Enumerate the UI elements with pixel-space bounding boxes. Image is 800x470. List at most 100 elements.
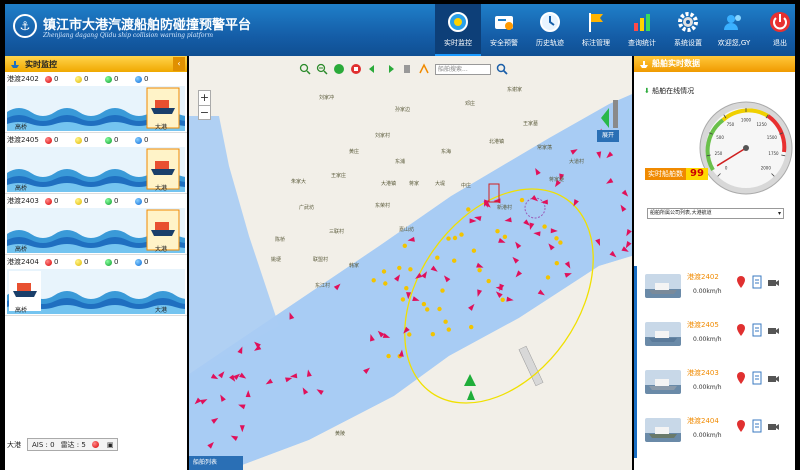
ship-marker-anchored[interactable] (495, 229, 500, 234)
ferry-block[interactable]: 港渡2403 0 0 0 0 高桥 大港 (5, 194, 187, 255)
ship-marker-anchored[interactable] (542, 224, 547, 229)
arrow-left-icon[interactable] (367, 63, 379, 75)
ship-marker-anchored[interactable] (502, 234, 508, 239)
camera-icon[interactable] (767, 419, 779, 433)
map-slider-handle[interactable] (613, 100, 618, 128)
ferry-list: 港渡2402 0 0 0 0 高桥 大港 港渡2405 0 0 0 0 高桥 大… (5, 72, 187, 316)
ship-marker-anchored[interactable] (407, 332, 412, 337)
zoom-in-button[interactable]: + (199, 91, 210, 105)
collapse-panel-button[interactable]: ‹ (173, 57, 185, 71)
ship-marker-anchored[interactable] (519, 197, 525, 203)
ship-marker-anchored[interactable] (477, 268, 482, 273)
ship-marker-anchored[interactable] (500, 297, 505, 302)
location-pin-icon[interactable] (735, 323, 747, 337)
document-icon[interactable] (751, 419, 763, 433)
radar-count: 雷达 : 5 (60, 440, 86, 449)
nav-annotation-manage[interactable]: 标注管理 (573, 4, 619, 56)
nav-history-track[interactable]: 历史轨迹 (527, 4, 573, 56)
place-label: 大堤 (435, 181, 446, 187)
location-pin-icon[interactable] (735, 371, 747, 385)
ship-marker-anchored[interactable] (466, 207, 471, 212)
ship-marker-anchored[interactable] (402, 243, 407, 248)
ship-marker-anchored[interactable] (469, 324, 474, 330)
ship-marker-anchored[interactable] (397, 265, 402, 271)
ferry-block[interactable]: 港渡2405 0 0 0 0 高桥 大港 (5, 133, 187, 194)
yellow-count: 0 (84, 197, 89, 205)
document-icon[interactable] (751, 275, 763, 289)
ship-marker-anchored[interactable] (386, 353, 391, 359)
search-icon[interactable] (496, 63, 508, 75)
count-label: 实时船舶数 (645, 168, 686, 180)
yellow-alert-icon (75, 197, 82, 205)
ship-marker-anchored[interactable] (554, 261, 559, 266)
nav-query-stats[interactable]: 查询统计 (619, 4, 665, 56)
ship-marker-anchored[interactable] (446, 327, 451, 332)
stop-icon[interactable] (350, 63, 362, 75)
location-pin-icon[interactable] (735, 275, 747, 289)
ship-marker-anchored[interactable] (459, 232, 464, 237)
ship-marker-anchored[interactable] (425, 307, 430, 312)
place-label: 孙家边 (395, 107, 411, 113)
ship-marker-anchored[interactable] (486, 278, 491, 284)
ship-list-tab[interactable]: 船舶列表 (189, 456, 243, 470)
zoom-out-tool-icon[interactable] (316, 63, 328, 75)
nav-realtime-monitor[interactable]: 实时监控 (435, 4, 481, 56)
chart-map[interactable]: 船舶搜索... + − 展开 刘家冲 东谢家 孙家边 邓庄 王家墓 常家荡 刘家村 东海 东浦大… (189, 56, 632, 470)
ship-marker-anchored[interactable] (404, 286, 409, 291)
camera-icon[interactable] (767, 371, 779, 385)
camera-icon[interactable] (767, 323, 779, 337)
nav-logout[interactable]: 退出 (757, 4, 795, 56)
ship-marker-anchored[interactable] (408, 267, 413, 272)
nav-label: 实时监控 (444, 39, 472, 47)
place-label: 中庄 (461, 183, 472, 189)
ship-marker-anchored[interactable] (430, 332, 435, 337)
map-canvas[interactable] (189, 56, 632, 470)
ferry-block[interactable]: 港渡2404 0 0 0 0 高桥 大港 (5, 255, 187, 316)
nav-safety-warning[interactable]: 安全预警 (481, 4, 527, 56)
ship-marker-anchored[interactable] (381, 269, 387, 274)
zoom-in-tool-icon[interactable] (299, 63, 311, 75)
nav-label: 退出 (773, 39, 787, 47)
ship-marker-anchored[interactable] (435, 255, 440, 260)
play-icon[interactable] (333, 63, 345, 75)
ship-card[interactable]: 港渡2402 0.00km/h (634, 266, 795, 314)
expand-button[interactable]: 展开 (597, 130, 619, 142)
ship-marker-anchored[interactable] (400, 297, 406, 302)
green-count: 0 (114, 75, 119, 83)
nav-system-settings[interactable]: 系统设置 (665, 4, 711, 56)
ship-marker-anchored[interactable] (437, 306, 442, 312)
ship-marker-anchored[interactable] (452, 258, 457, 263)
ship-marker-anchored[interactable] (443, 319, 448, 324)
layers-icon[interactable] (401, 63, 413, 75)
location-pin-icon[interactable] (91, 441, 99, 448)
place-label: 广武坊 (299, 205, 315, 211)
arrival-port: 大港 (155, 185, 168, 192)
arrow-right-icon[interactable] (384, 63, 396, 75)
ship-marker-anchored[interactable] (558, 240, 563, 245)
company-route-select[interactable]: 船舶所属公司列表,大港航道 ▾ (647, 208, 784, 219)
ship-marker-anchored[interactable] (471, 248, 477, 253)
document-icon[interactable] (751, 323, 763, 337)
green-count: 0 (114, 197, 119, 205)
ship-card[interactable]: 港渡2404 0.00km/h (634, 410, 795, 458)
departure-port: 高桥 (15, 185, 28, 192)
zoom-out-button[interactable]: − (199, 105, 210, 119)
ship-marker-anchored[interactable] (421, 301, 427, 307)
ship-search-input[interactable]: 船舶搜索... (435, 63, 491, 75)
measure-icon[interactable] (418, 63, 430, 75)
ship-marker-anchored[interactable] (371, 278, 376, 283)
ship-marker-anchored[interactable] (440, 288, 445, 293)
ship-card[interactable]: 港渡2405 0.00km/h (634, 314, 795, 362)
camera-icon[interactable]: ▣ (107, 441, 114, 449)
ferry-block[interactable]: 港渡2402 0 0 0 0 高桥 大港 (5, 72, 187, 133)
ship-marker-anchored[interactable] (446, 236, 451, 241)
nav-user-welcome[interactable]: 欢迎您,GY (711, 4, 757, 56)
ship-marker-anchored[interactable] (452, 235, 458, 241)
document-icon[interactable] (751, 371, 763, 385)
ship-marker-anchored[interactable] (554, 236, 559, 241)
ship-card[interactable]: 港渡2403 0.00km/h (634, 362, 795, 410)
location-pin-icon[interactable] (735, 419, 747, 433)
camera-icon[interactable] (767, 275, 779, 289)
ship-marker-anchored[interactable] (383, 281, 388, 286)
ship-marker-anchored[interactable] (545, 275, 551, 280)
